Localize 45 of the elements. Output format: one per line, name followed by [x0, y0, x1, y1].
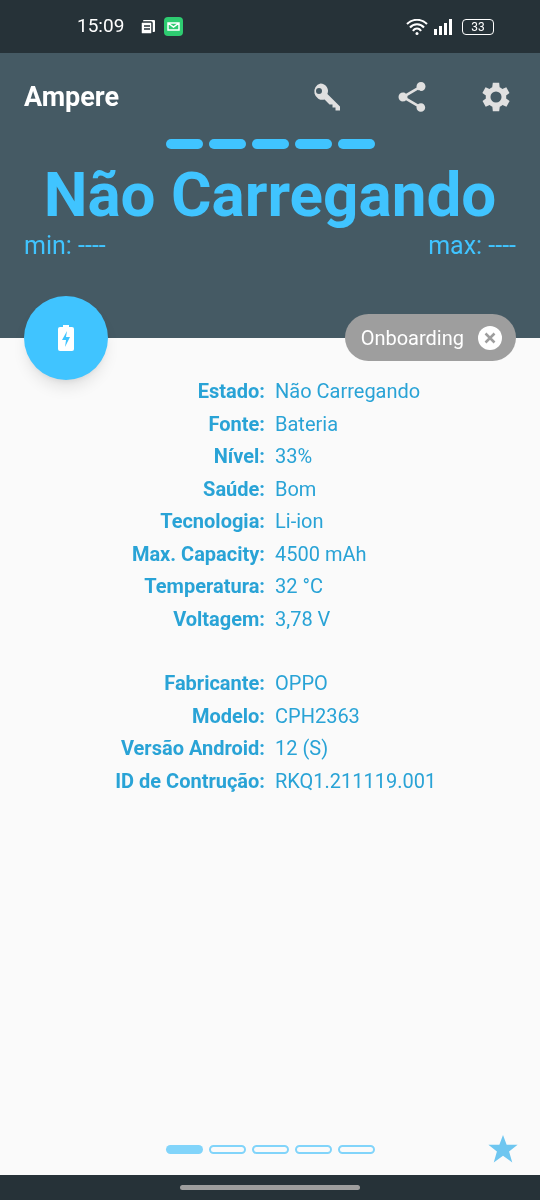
info-value: Bom — [275, 475, 317, 503]
info-value: Bateria — [275, 410, 338, 438]
info-value: 33% — [275, 443, 313, 471]
page-indicator[interactable] — [208, 1144, 246, 1154]
wifi-icon — [406, 18, 428, 35]
clock: 15:09 — [77, 13, 125, 40]
info-label: Versão Android: — [119, 735, 265, 763]
info-label: Tecnologia: — [159, 508, 265, 536]
battery-indicator: 33 — [462, 18, 494, 35]
info-label: Voltagem: — [172, 605, 265, 633]
star-icon[interactable] — [488, 1135, 518, 1163]
close-icon[interactable] — [478, 325, 502, 350]
info-label: Modelo: — [190, 702, 265, 730]
info-label: Temperatura: — [143, 573, 265, 601]
info-value: 12 (S) — [275, 735, 329, 763]
mail-icon — [164, 17, 184, 36]
battery-charging-icon — [58, 325, 74, 351]
page-indicator[interactable] — [294, 1144, 332, 1154]
page-indicator[interactable] — [251, 1144, 289, 1154]
max-reading: max: ---- — [428, 231, 516, 261]
info-label: ID de Contrução: — [114, 767, 265, 795]
news-icon — [140, 18, 157, 35]
signal-icon — [434, 18, 454, 35]
info-value: Li-ion — [275, 508, 324, 536]
info-label: Max. Capacity: — [130, 540, 265, 568]
onboarding-chip[interactable]: Onboarding — [344, 314, 516, 361]
min-reading: min: ---- — [24, 231, 106, 261]
info-value: 4500 mAh — [275, 540, 367, 568]
charging-status: Não Carregando — [42, 157, 498, 233]
info-value: RKQ1.211119.001 — [275, 767, 437, 795]
info-value: CPH2363 — [275, 702, 360, 730]
info-label: Nível: — [212, 443, 265, 471]
info-value: 32 °C — [275, 573, 323, 601]
home-indicator[interactable] — [180, 1185, 360, 1190]
info-label: Fonte: — [207, 410, 265, 438]
page-indicator[interactable] — [337, 1144, 375, 1154]
info-label: Fabricante: — [163, 670, 265, 698]
page-indicator[interactable] — [165, 1144, 203, 1154]
info-label: Saúde: — [202, 475, 265, 503]
chip-label: Onboarding — [360, 324, 464, 352]
info-label: Estado: — [196, 378, 265, 406]
info-value: Não Carregando — [275, 378, 421, 406]
app-title: Ampere — [24, 79, 121, 115]
info-value: OPPO — [275, 670, 328, 698]
info-value: 3,78 V — [275, 605, 331, 633]
